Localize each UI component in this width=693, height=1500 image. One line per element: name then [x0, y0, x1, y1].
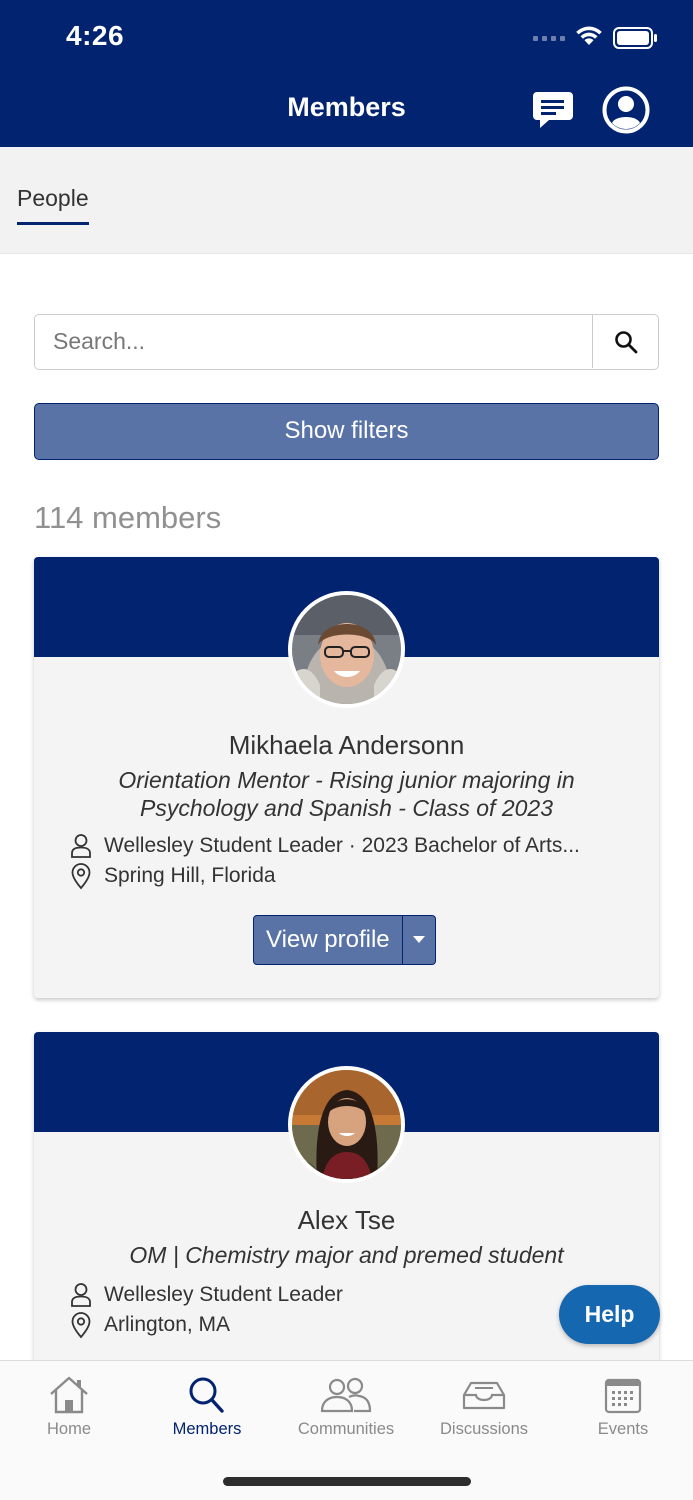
member-location: Spring Hill, Florida	[104, 864, 276, 887]
nav-item-events[interactable]: Events	[554, 1375, 692, 1439]
member-location: Arlington, MA	[104, 1313, 231, 1336]
member-affiliation: Wellesley Student Leader	[104, 1283, 343, 1306]
page-title: Members	[287, 92, 406, 122]
person-icon	[71, 1283, 91, 1307]
avatar[interactable]	[288, 1066, 405, 1183]
search-icon	[614, 330, 637, 353]
wifi-icon	[576, 26, 602, 45]
help-button[interactable]: Help	[559, 1285, 660, 1344]
nav-label-communities: Communities	[297, 1420, 395, 1438]
caret-down-icon	[412, 936, 425, 943]
nav-label-members: Members	[172, 1420, 242, 1438]
nav-label-home: Home	[46, 1420, 91, 1438]
member-location-row: Spring Hill, Florida	[70, 861, 276, 891]
member-card: Mikhaela Andersonn Orientation Mentor - …	[34, 557, 659, 998]
battery-icon	[613, 27, 657, 49]
home-indicator	[223, 1477, 471, 1486]
search-input[interactable]	[35, 315, 593, 368]
nav-label-discussions: Discussions	[439, 1420, 529, 1438]
member-location-row: Arlington, MA	[70, 1310, 230, 1340]
nav-item-home[interactable]: Home	[0, 1375, 138, 1439]
account-icon[interactable]	[602, 86, 650, 134]
location-pin-icon	[71, 863, 91, 890]
cellular-signal-icon	[533, 36, 565, 41]
view-profile-group: View profile	[253, 915, 436, 965]
status-time: 4:26	[66, 20, 125, 51]
show-filters-button[interactable]: Show filters	[34, 403, 659, 460]
member-headline: Orientation Mentor - Rising junior major…	[118, 767, 575, 821]
search-icon	[189, 1377, 224, 1413]
member-count: 114 members	[34, 500, 222, 535]
nav-item-discussions[interactable]: Discussions	[415, 1375, 553, 1439]
person-icon	[71, 834, 91, 858]
inbox-icon	[462, 1381, 506, 1410]
search-button[interactable]	[592, 315, 658, 368]
member-headline: OM | Chemistry major and premed student	[129, 1242, 564, 1268]
search-box	[34, 314, 659, 370]
tab-people[interactable]: People	[17, 185, 89, 225]
avatar[interactable]	[288, 591, 405, 708]
member-name: Mikhaela Andersonn	[228, 730, 465, 760]
member-affiliation-row: Wellesley Student Leader · 2023 Bachelor…	[70, 831, 580, 861]
people-icon	[320, 1377, 372, 1413]
view-profile-button[interactable]: View profile	[253, 915, 403, 965]
tab-bar: People	[0, 147, 693, 254]
nav-item-communities[interactable]: Communities	[277, 1375, 415, 1439]
location-pin-icon	[71, 1312, 91, 1339]
member-affiliation: Wellesley Student Leader · 2023 Bachelor…	[104, 834, 580, 857]
member-affiliation-row: Wellesley Student Leader	[70, 1280, 343, 1310]
calendar-icon	[604, 1378, 642, 1414]
home-icon	[50, 1376, 88, 1414]
member-name: Alex Tse	[297, 1205, 396, 1235]
nav-label-events: Events	[597, 1420, 649, 1438]
nav-item-members[interactable]: Members	[138, 1375, 276, 1439]
messages-icon[interactable]	[532, 90, 574, 130]
profile-options-dropdown[interactable]	[402, 915, 436, 965]
app-header: 4:26 Members	[0, 0, 693, 147]
